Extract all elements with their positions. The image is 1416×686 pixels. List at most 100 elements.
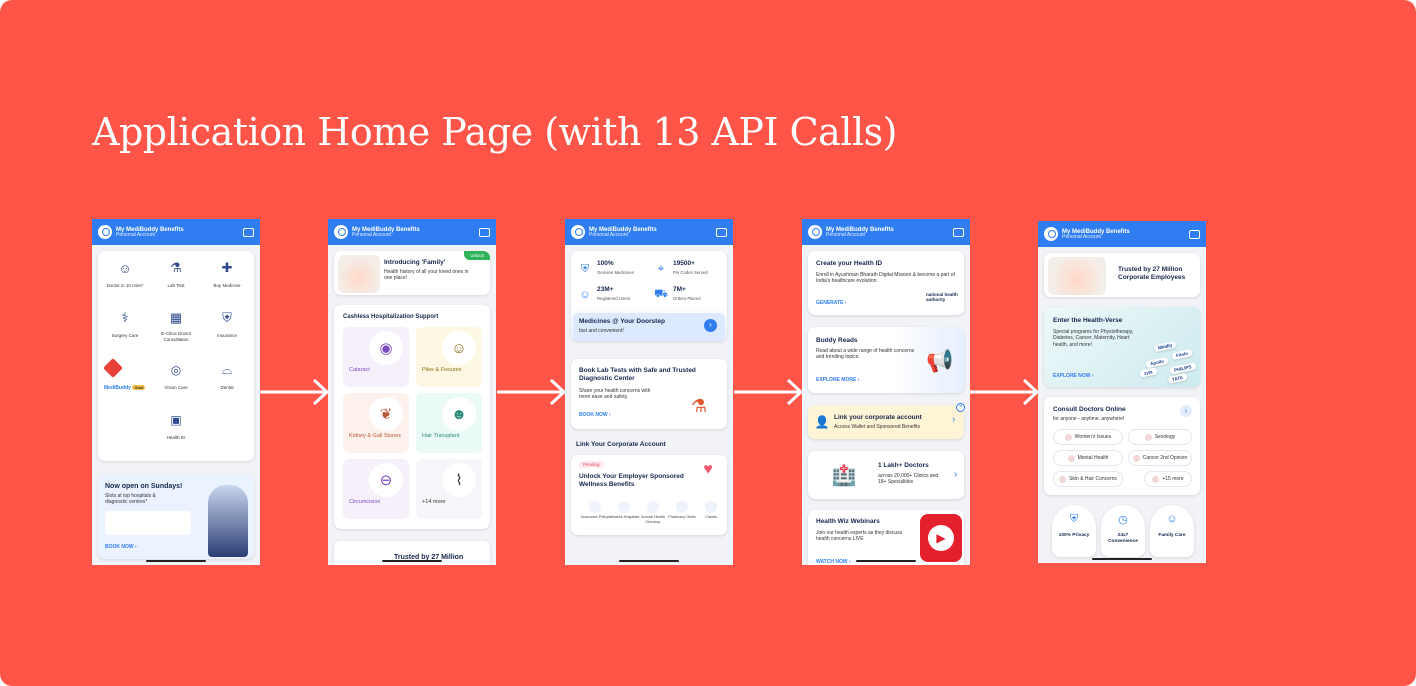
consult-pill[interactable]: +15 more bbox=[1144, 471, 1192, 487]
home-indicator bbox=[382, 560, 442, 562]
chevron-right-icon[interactable]: › bbox=[954, 469, 957, 482]
service-health-id[interactable]: ▣ Health ID bbox=[151, 411, 201, 451]
phone-screen-cashless: My MediBuddy Benefits Personal Account In… bbox=[328, 219, 496, 565]
doctors-card[interactable]: 🏥 1 Lakh+ Doctors across 20,000+ Clinics… bbox=[808, 451, 964, 499]
close-icon[interactable]: × bbox=[956, 403, 965, 412]
cashless-item[interactable]: ⊖ Circumcision bbox=[343, 459, 409, 519]
header-subtitle: Personal Account bbox=[352, 231, 391, 238]
buddy-reads-card[interactable]: Buddy Reads Read about a wide range of h… bbox=[808, 327, 964, 393]
trusted-card: Trusted by 27 Million Corporate Employee… bbox=[1044, 253, 1200, 297]
consult-pill[interactable]: Cancer 2nd Opinion bbox=[1128, 450, 1192, 466]
service-insurance[interactable]: ⛨ Insurance bbox=[202, 309, 252, 349]
pill-label: Mental Health bbox=[1077, 455, 1109, 461]
medicine-icon: ✚ bbox=[221, 260, 233, 275]
home-indicator bbox=[619, 560, 679, 562]
watch-now-link[interactable]: WATCH NOW › bbox=[816, 559, 851, 565]
explore-now-link[interactable]: EXPLORE NOW › bbox=[1053, 373, 1094, 379]
book-now-link[interactable]: BOOK NOW › bbox=[579, 412, 611, 418]
service-dental[interactable]: ⌓ Dental bbox=[202, 361, 252, 401]
employee-icon: 👤 bbox=[814, 415, 830, 429]
feature-icon bbox=[676, 501, 688, 513]
header-subtitle: Personal Account bbox=[116, 231, 155, 238]
corporate-heading: Link Your Corporate Account bbox=[576, 441, 666, 448]
brand-chip: Fitelo bbox=[1171, 348, 1193, 361]
brand-chip: TATA bbox=[1167, 373, 1188, 384]
cashless-item[interactable]: ☺ Piles & Fissures bbox=[416, 327, 482, 387]
medicines-banner[interactable]: Medicines @ Your Doorstep fast and conve… bbox=[573, 313, 725, 341]
avatar-icon[interactable] bbox=[98, 225, 112, 239]
generate-link[interactable]: GENERATE › bbox=[816, 300, 846, 306]
cashless-item[interactable]: ❦ Kidney & Gall Stones bbox=[343, 393, 409, 453]
medicines-title: Medicines @ Your Doorstep bbox=[579, 318, 665, 325]
service-surgery[interactable]: ⚕ Surgery Care bbox=[100, 309, 150, 349]
wallet-icon[interactable] bbox=[479, 227, 490, 237]
link-corporate-card[interactable]: 👤 Link your corporate account Access Wal… bbox=[808, 403, 965, 439]
explore-more-link[interactable]: EXPLORE MORE › bbox=[816, 377, 859, 383]
microscope-icon: ⚗ bbox=[170, 260, 182, 275]
avatar-icon[interactable] bbox=[808, 225, 822, 239]
service-label: Surgery Care bbox=[111, 333, 139, 338]
service-vision[interactable]: ◎ Vision Care bbox=[151, 361, 201, 401]
service-medibuddy-gold[interactable]: MediBuddy Gold bbox=[100, 358, 154, 401]
medibuddy-brand: MediBuddy Gold bbox=[104, 385, 146, 391]
consult-pill[interactable]: Mental Health bbox=[1053, 450, 1123, 466]
service-buy-medicine[interactable]: ✚ Buy Medicine bbox=[202, 259, 252, 299]
family-card[interactable]: Introducing 'Family' Health history of a… bbox=[334, 251, 490, 295]
app-header: My MediBuddy Benefits Personal Account bbox=[92, 219, 260, 245]
corporate-feature[interactable]: Claims bbox=[697, 501, 725, 531]
consult-pill[interactable]: Women's Issues bbox=[1053, 429, 1123, 445]
unlock-badge[interactable]: Unlock bbox=[464, 251, 490, 260]
service-lab-test[interactable]: ⚗ Lab Test bbox=[151, 259, 201, 299]
stat-label: Orders Placed bbox=[673, 296, 701, 301]
avatar-icon[interactable] bbox=[1044, 227, 1058, 241]
lab-test-card[interactable]: Book Lab Tests with Safe and Trusted Dia… bbox=[571, 359, 727, 429]
more-icon: ⌇ bbox=[442, 463, 476, 497]
stat-item: ☺ 23M+ Registered Users bbox=[577, 285, 649, 309]
lab-title: Book Lab Tests with Safe and Trusted Dia… bbox=[579, 367, 696, 383]
cashless-item-label: Cataract bbox=[349, 367, 370, 373]
corporate-feature[interactable]: Annual Health Checkup bbox=[639, 501, 667, 531]
cashless-item-label: Circumcision bbox=[349, 499, 381, 505]
corporate-card[interactable]: Pending Unlock Your Employer Sponsored W… bbox=[571, 455, 727, 535]
corporate-feature[interactable]: Insurance Policy bbox=[581, 501, 609, 531]
cashless-item[interactable]: ⌇ +14 more bbox=[416, 459, 482, 519]
service-doctor[interactable]: ☺ Doctor in 10 mins* bbox=[100, 259, 150, 299]
chevron-right-icon[interactable]: › bbox=[952, 414, 955, 427]
stat-label: Pin Codes Served bbox=[673, 270, 708, 275]
consult-pill[interactable]: Skin & Hair Concerns bbox=[1053, 471, 1123, 487]
feature-badge: ☺ Family Care bbox=[1150, 505, 1194, 557]
cashless-item[interactable]: ◉ Cataract bbox=[343, 327, 409, 387]
tooth-icon: ⌓ bbox=[221, 362, 233, 377]
feature-badge: ⛨ 100% Privacy bbox=[1052, 505, 1096, 557]
doctors-text: across 20,000+ Clinics and 18+ Specialit… bbox=[878, 473, 939, 486]
feature-icon bbox=[618, 501, 630, 513]
wallet-icon[interactable] bbox=[716, 227, 727, 237]
health-id-card[interactable]: Create your Health ID Enroll in Ayushman… bbox=[808, 251, 964, 315]
phone-screen-services: My MediBuddy Benefits Personal Account ☺ D… bbox=[92, 219, 260, 565]
avatar-icon[interactable] bbox=[571, 225, 585, 239]
health-verse-card[interactable]: Enter the Health-Verse Special programs … bbox=[1044, 307, 1200, 387]
arrow-right-icon[interactable]: › bbox=[1180, 405, 1192, 417]
cashless-title: Cashless Hospitalization Support bbox=[343, 314, 439, 320]
corporate-feature[interactable]: Pharmacy Order bbox=[668, 501, 696, 531]
feature-label: Network Hospitals bbox=[608, 515, 640, 519]
service-clinic[interactable]: ▦ In-Clinic Doctor Consultation bbox=[151, 309, 201, 353]
book-now-link[interactable]: BOOK NOW › bbox=[105, 544, 137, 550]
wallet-icon[interactable] bbox=[243, 227, 254, 237]
feature-label: 100% Privacy bbox=[1058, 533, 1090, 538]
arrow-right-icon[interactable]: › bbox=[704, 319, 717, 332]
brand-chip: Apollo bbox=[1145, 356, 1169, 369]
glasses-icon: ◎ bbox=[170, 363, 182, 377]
wallet-icon[interactable] bbox=[953, 227, 964, 237]
sunday-promo-card[interactable]: Now open on Sundays! Slots at top hospit… bbox=[98, 475, 254, 559]
webinars-card[interactable]: Health Wiz Webinars Join our health expe… bbox=[808, 510, 964, 565]
consult-pill[interactable]: Sexology bbox=[1128, 429, 1192, 445]
healthid-text: Enroll in Ayushman Bharath Digital Missi… bbox=[816, 272, 955, 285]
play-icon[interactable]: ▶ bbox=[920, 514, 962, 562]
megaphone-icon: 📢 bbox=[926, 348, 954, 373]
wallet-icon[interactable] bbox=[1189, 229, 1200, 239]
corporate-feature[interactable]: Network Hospitals bbox=[608, 501, 640, 531]
avatar-icon[interactable] bbox=[334, 225, 348, 239]
cashless-item[interactable]: ☻ Hair Transplant bbox=[416, 393, 482, 453]
service-label: Insurance bbox=[217, 333, 237, 338]
